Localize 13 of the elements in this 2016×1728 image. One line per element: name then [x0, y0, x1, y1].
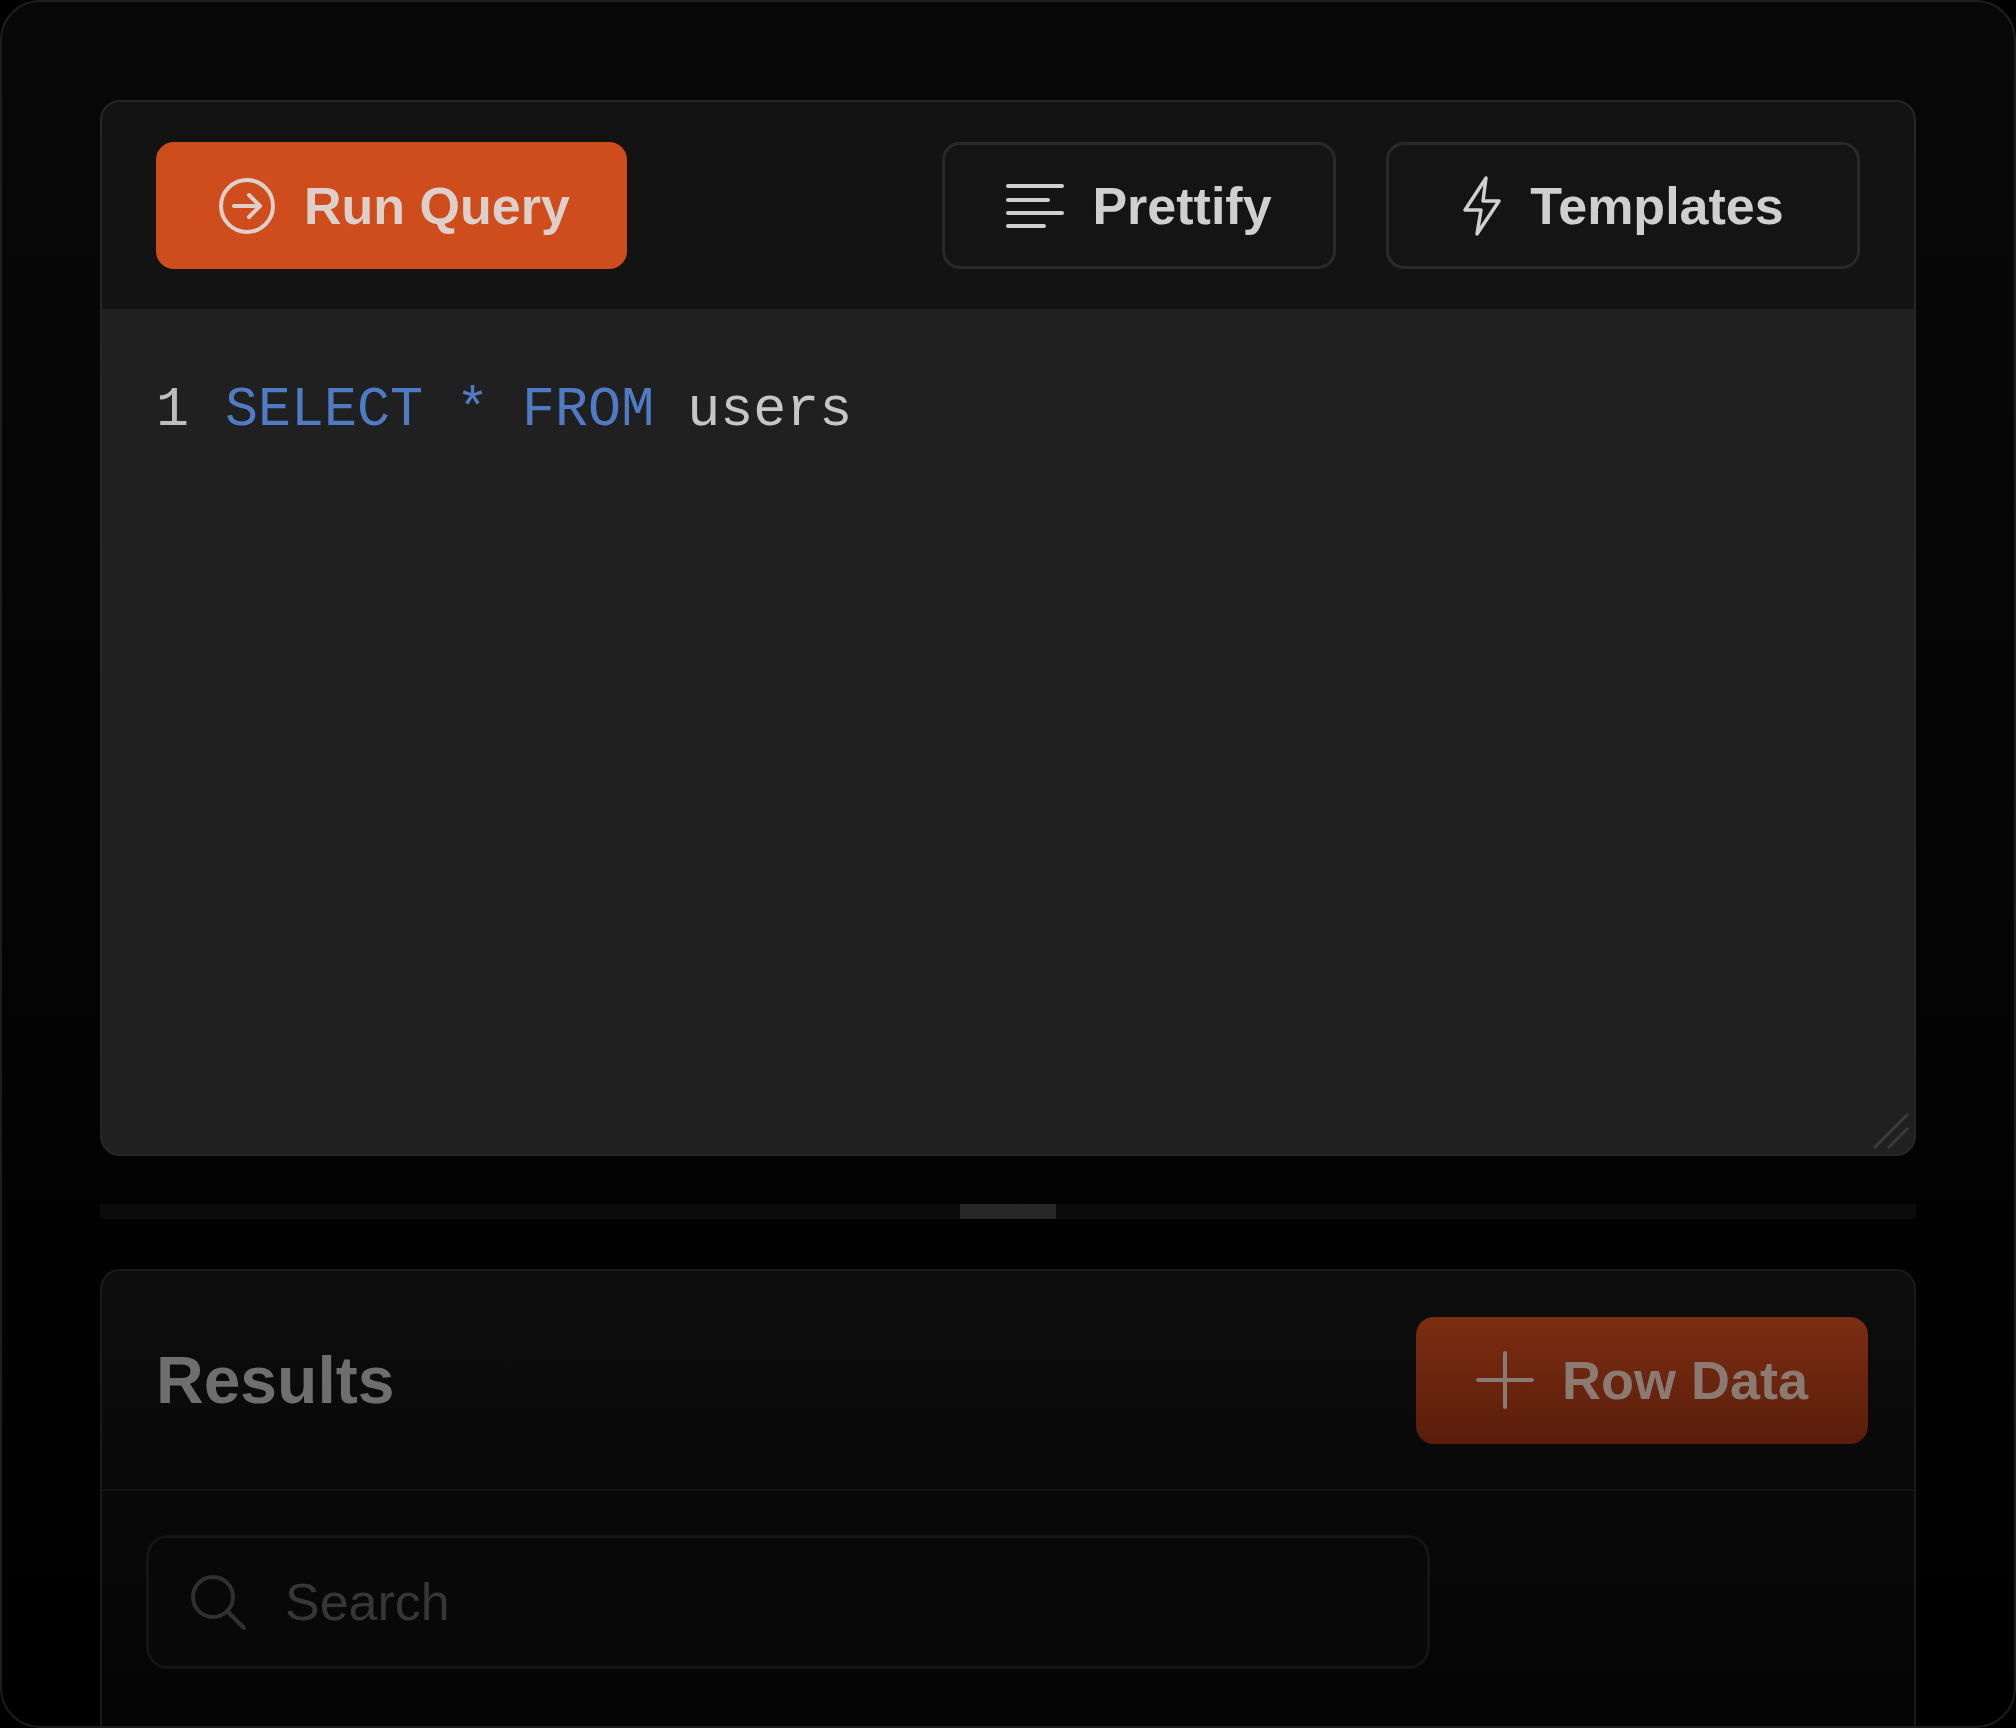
plus-icon — [1476, 1351, 1534, 1409]
lightning-icon — [1462, 175, 1503, 236]
query-editor[interactable]: Run Query Prettify Templates 1 SELECT * FROM users — [100, 100, 1916, 1156]
line-number: 1 — [156, 379, 189, 442]
arrow-circle-icon — [218, 176, 276, 235]
align-left-icon — [1006, 182, 1065, 229]
search-icon — [189, 1573, 247, 1631]
prettify-button[interactable]: Prettify — [942, 142, 1336, 269]
code-line: SELECT * FROM users — [225, 379, 853, 442]
splitter-handle[interactable] — [960, 1204, 1056, 1219]
templates-button[interactable]: Templates — [1386, 142, 1860, 269]
resize-grip-icon — [1870, 1110, 1910, 1150]
results-title: Results — [156, 1342, 395, 1418]
